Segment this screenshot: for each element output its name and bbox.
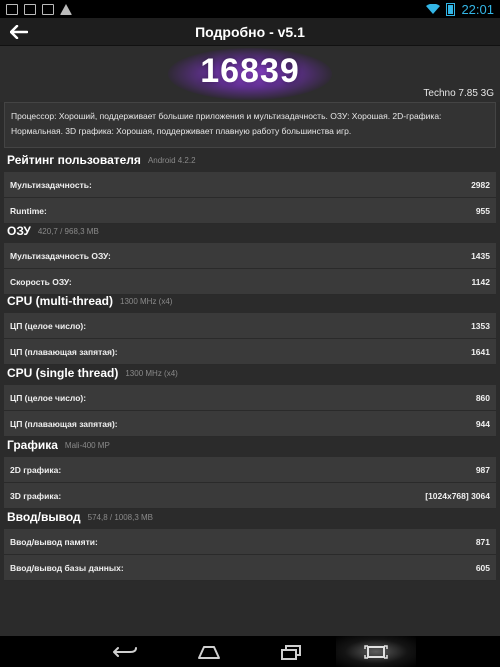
section-title: CPU (single thread) — [7, 366, 119, 380]
device-name: Techno 7.85 3G — [423, 88, 494, 99]
back-button[interactable] — [8, 22, 30, 42]
row-value: 1435 — [471, 250, 490, 261]
section-title: CPU (multi-thread) — [7, 294, 113, 308]
screenshot-icon — [364, 645, 388, 659]
section-title: ОЗУ — [7, 224, 31, 238]
back-icon — [113, 647, 137, 657]
row-value: [1024x768] 3064 — [425, 490, 490, 501]
arrow-left-icon — [10, 25, 28, 39]
row-value: 944 — [475, 418, 490, 429]
row-label: Ввод/вывод памяти: — [10, 536, 98, 547]
section-cpu-single: CPU (single thread) 1300 MHz (x4) ЦП (це… — [0, 361, 500, 437]
score-row: Мультизадачность ОЗУ: 1435 — [4, 243, 496, 269]
section-io: Ввод/вывод 574,8 / 1008,3 MB Ввод/вывод … — [0, 505, 500, 581]
row-label: Мультизадачность: — [10, 179, 92, 190]
warning-icon — [60, 3, 72, 15]
section-cpu-multi: CPU (multi-thread) 1300 MHz (x4) ЦП (цел… — [0, 289, 500, 365]
row-value: 1142 — [471, 276, 490, 287]
row-value: 955 — [475, 205, 490, 216]
page-title: Подробно - v5.1 — [195, 23, 305, 40]
row-label: ЦП (целое число): — [10, 392, 87, 403]
total-score: 16839 — [200, 52, 300, 90]
nav-recent-apps-button[interactable] — [274, 641, 308, 663]
wifi-icon — [426, 4, 441, 14]
score-row: Мультизадачность: 2982 — [4, 172, 496, 198]
recent-apps-icon — [281, 645, 301, 660]
row-label: Runtime: — [10, 205, 47, 216]
row-label: ЦП (целое число): — [10, 320, 87, 331]
section-subtitle: Android 4.2.2 — [147, 155, 196, 165]
section-user-rating: Рейтинг пользователя Android 4.2.2 Мульт… — [0, 148, 500, 224]
mail-icon — [42, 3, 54, 15]
section-title: Ввод/вывод — [7, 510, 81, 524]
section-subtitle: Mali-400 MP — [64, 440, 110, 450]
row-value: 1353 — [471, 320, 490, 331]
row-value: 1641 — [471, 346, 490, 357]
section-title: Графика — [7, 438, 58, 452]
action-bar: Подробно - v5.1 — [0, 18, 500, 46]
section-title: Рейтинг пользователя — [7, 153, 141, 167]
score-row: 2D графика: 987 — [4, 457, 496, 483]
score-area: 16839 Techno 7.85 3G — [0, 46, 500, 102]
section-graphics: Графика Mali-400 MP 2D графика: 987 3D г… — [0, 433, 500, 509]
row-label: 3D графика: — [10, 490, 62, 501]
row-value: 987 — [475, 464, 490, 475]
row-value: 860 — [475, 392, 490, 403]
battery-icon — [446, 2, 456, 16]
section-subtitle: 1300 MHz (x4) — [120, 296, 173, 306]
row-label: Ввод/вывод базы данных: — [10, 562, 124, 573]
nav-screenshot-button[interactable] — [359, 641, 393, 663]
row-label: Скорость ОЗУ: — [10, 276, 72, 287]
section-subtitle: 574,8 / 1008,3 MB — [87, 512, 154, 522]
image-icon — [24, 3, 36, 15]
score-row: ЦП (целое число): 1353 — [4, 313, 496, 339]
summary-description: Процессор: Хороший, поддерживает большие… — [4, 102, 496, 148]
navigation-bar — [0, 636, 500, 667]
section-subtitle: 420,7 / 968,3 MB — [37, 226, 99, 236]
row-label: 2D графика: — [10, 464, 62, 475]
row-value: 2982 — [471, 179, 490, 190]
nav-home-button[interactable] — [192, 641, 226, 663]
section-ram: ОЗУ 420,7 / 968,3 MB Мультизадачность ОЗ… — [0, 219, 500, 295]
image-icon — [6, 3, 18, 15]
row-label: Мультизадачность ОЗУ: — [10, 250, 111, 261]
nav-back-button[interactable] — [108, 641, 142, 663]
status-clock: 22:01 — [461, 1, 494, 17]
status-bar: 22:01 — [0, 0, 500, 18]
score-row: ЦП (целое число): 860 — [4, 385, 496, 411]
row-label: ЦП (плавающая запятая): — [10, 418, 118, 429]
home-icon — [198, 646, 220, 659]
row-value: 605 — [475, 562, 490, 573]
row-value: 871 — [475, 536, 490, 547]
score-row: Ввод/вывод памяти: 871 — [4, 529, 496, 555]
score-row: Ввод/вывод базы данных: 605 — [4, 555, 496, 581]
section-subtitle: 1300 MHz (x4) — [125, 368, 178, 378]
row-label: ЦП (плавающая запятая): — [10, 346, 118, 357]
